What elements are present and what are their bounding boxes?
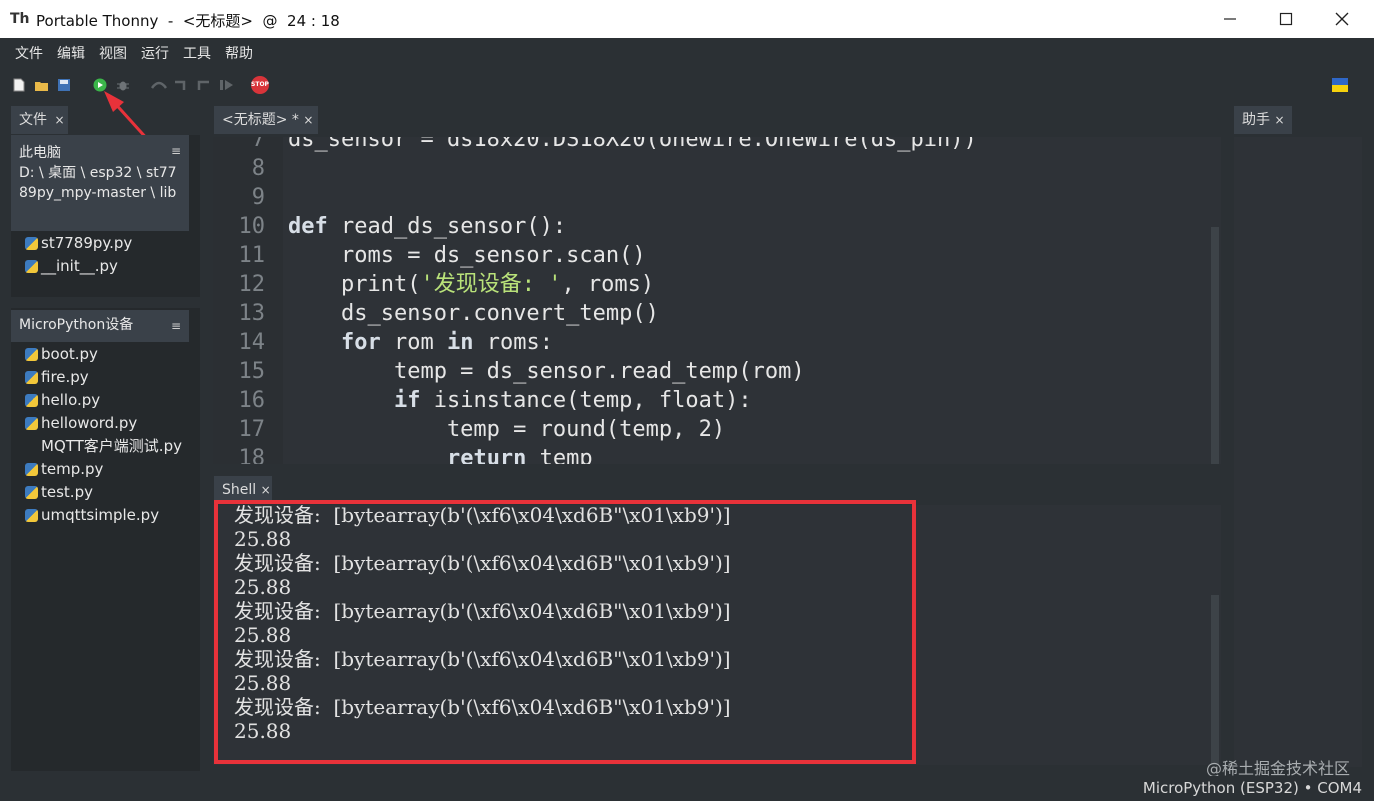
shell-tab-label: Shell	[222, 482, 257, 498]
new-file-icon[interactable]	[12, 78, 26, 92]
code-text: return temp	[446, 446, 593, 464]
local-path-header[interactable]: 此电脑 D: \ 桌面 \ esp32 \ st7789py_mpy-maste…	[11, 135, 189, 231]
code-text: ds_sensor = ds18x20.DS18X20(onewire.OneW…	[288, 137, 977, 152]
line-number: 13	[238, 301, 266, 326]
file-item[interactable]: helloword.py	[25, 412, 137, 434]
stop-label: STOP	[251, 81, 269, 88]
title-bar: Th Portable Thonny - <无标题> @ 24 : 18	[0, 0, 1374, 38]
line-number: 18	[238, 446, 266, 464]
python-file-icon	[25, 486, 38, 499]
step-over-icon[interactable]	[150, 78, 168, 92]
menu-icon[interactable]: ≡	[171, 141, 181, 161]
menu-file[interactable]: 文件	[15, 43, 43, 63]
thonny-logo-icon: Th	[10, 11, 30, 27]
tab-files-close-icon[interactable]: ×	[54, 113, 64, 127]
line-number: 12	[238, 272, 266, 297]
code-editor[interactable]: 7 ds_sensor = ds18x20.DS18X20(onewire.One…	[213, 137, 1221, 464]
assistant-tab-label: 助手	[1242, 112, 1270, 128]
highlight-box	[214, 500, 916, 764]
close-button[interactable]	[1314, 0, 1370, 38]
debug-icon[interactable]	[116, 78, 130, 92]
window-title: Portable Thonny - <无标题> @ 24 : 18	[36, 12, 340, 30]
tab-files-label: 文件	[19, 112, 47, 128]
line-number: 16	[238, 388, 266, 413]
python-file-icon	[25, 394, 38, 407]
device-title: MicroPython设备	[19, 317, 134, 333]
device-header[interactable]: MicroPython设备 ≡	[11, 310, 189, 342]
menu-icon[interactable]: ≡	[171, 316, 181, 336]
line-number: 15	[238, 359, 266, 384]
file-item[interactable]: __init__.py	[25, 255, 118, 277]
line-number: 9	[251, 185, 265, 210]
interpreter-status[interactable]: MicroPython (ESP32) • COM4	[1143, 779, 1362, 797]
menu-view[interactable]: 视图	[99, 43, 127, 63]
python-file-icon	[25, 417, 38, 430]
python-file-icon	[25, 509, 38, 522]
maximize-icon	[1279, 12, 1293, 26]
code-text: def read_ds_sensor():	[288, 214, 567, 239]
file-item[interactable]: hello.py	[25, 389, 100, 411]
editor-scrollbar[interactable]	[1211, 227, 1219, 464]
maximize-button[interactable]	[1258, 0, 1314, 38]
open-file-icon[interactable]	[34, 78, 50, 92]
tab-editor-close-icon[interactable]: ×	[303, 113, 313, 127]
stop-button[interactable]: STOP	[251, 76, 269, 94]
minimize-icon	[1224, 18, 1236, 20]
file-item[interactable]: test.py	[25, 481, 93, 503]
line-number: 7	[251, 137, 265, 152]
file-item[interactable]: boot.py	[25, 343, 98, 365]
code-text: if isinstance(temp, float):	[393, 388, 752, 413]
python-file-icon	[25, 237, 38, 250]
toolbar: STOP	[0, 70, 1374, 100]
tab-assistant[interactable]: 助手 ×	[1234, 106, 1292, 134]
files-panel-local: 此电脑 D: \ 桌面 \ esp32 \ st7789py_mpy-maste…	[11, 135, 200, 297]
close-icon	[1335, 12, 1349, 26]
this-pc-label: 此电脑	[19, 145, 61, 161]
file-item[interactable]: st7789py.py	[25, 232, 132, 254]
file-item[interactable]: temp.py	[25, 458, 103, 480]
local-path: D: \ 桌面 \ esp32 \ st7789py_mpy-master \ …	[19, 165, 177, 201]
ukraine-flag-icon	[1332, 78, 1348, 92]
tab-editor[interactable]: <无标题> * ×	[214, 106, 318, 134]
code-text: print('发现设备: ', roms)	[288, 272, 655, 297]
assistant-panel	[1234, 137, 1362, 767]
line-number: 17	[238, 417, 266, 442]
code-text: ds_sensor.convert_temp()	[288, 301, 659, 326]
python-file-icon	[25, 463, 38, 476]
minimize-button[interactable]	[1202, 0, 1258, 38]
save-icon[interactable]	[57, 78, 71, 92]
thonny-window: Th Portable Thonny - <无标题> @ 24 : 18 文件 …	[0, 0, 1374, 801]
menu-run[interactable]: 运行	[141, 43, 169, 63]
tab-files[interactable]: 文件 ×	[11, 106, 68, 134]
file-item[interactable]: MQTT客户端测试.py	[41, 435, 199, 457]
python-file-icon	[25, 348, 38, 361]
tab-shell-close-icon[interactable]: ×	[261, 483, 271, 497]
run-icon[interactable]	[93, 78, 107, 92]
modified-mark: *	[291, 112, 299, 128]
line-number: 8	[251, 156, 265, 181]
python-file-icon	[25, 371, 38, 384]
file-item[interactable]: umqttsimple.py	[25, 504, 159, 526]
line-number: 10	[238, 214, 266, 239]
editor-tab-label: <无标题>	[222, 112, 288, 128]
resume-icon[interactable]	[219, 78, 235, 92]
code-text: temp = round(temp, 2)	[288, 417, 726, 442]
step-into-icon[interactable]	[173, 78, 191, 92]
file-item[interactable]: fire.py	[25, 366, 89, 388]
tab-assistant-close-icon[interactable]: ×	[1274, 113, 1284, 127]
line-number: 11	[238, 243, 266, 268]
menu-tools[interactable]: 工具	[183, 43, 211, 63]
menu-edit[interactable]: 编辑	[57, 43, 85, 63]
shell-scrollbar[interactable]	[1211, 595, 1219, 765]
python-file-icon	[25, 260, 38, 273]
step-out-icon[interactable]	[196, 78, 214, 92]
menu-help[interactable]: 帮助	[225, 43, 253, 63]
menu-bar: 文件 编辑 视图 运行 工具 帮助	[0, 38, 1374, 68]
files-panel-device: MicroPython设备 ≡ boot.py fire.py hello.py…	[11, 308, 200, 771]
code-text: temp = ds_sensor.read_temp(rom)	[288, 359, 805, 384]
code-text: roms = ds_sensor.scan()	[288, 243, 646, 268]
line-number: 14	[238, 330, 266, 355]
code-text: for rom in roms:	[340, 330, 553, 355]
status-bar: MicroPython (ESP32) • COM4	[0, 776, 1374, 801]
